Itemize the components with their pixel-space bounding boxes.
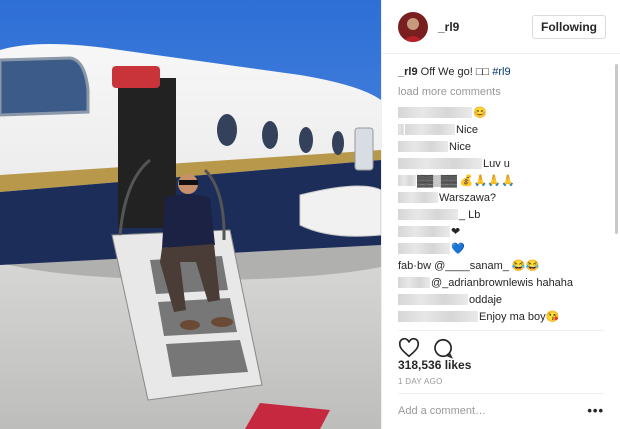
comment-row: ❤ (398, 223, 604, 240)
comment-row: 💙 (398, 240, 604, 257)
comment-row: _ Lb (398, 206, 604, 223)
blurred-text (398, 226, 450, 237)
comment-row: Enjoy ma boy😘 (398, 308, 604, 325)
blurred-text (398, 124, 404, 135)
add-comment-bar: ••• (398, 393, 604, 427)
blurred-text (398, 277, 430, 288)
blurred-text (398, 158, 482, 169)
comment-row: @_adrianbrownlewis hahaha (398, 274, 604, 291)
avatar[interactable] (398, 11, 428, 42)
action-bar (398, 330, 604, 359)
caption-username[interactable]: _rl9 (398, 66, 418, 78)
comments-list[interactable]: _rl9 Off We go! □□ #rl9 load more commen… (382, 56, 620, 328)
comment-text: @_adrianbrownlewis hahaha (431, 276, 574, 289)
post-timestamp[interactable]: 1 DAY AGO (398, 377, 443, 386)
heart-icon[interactable] (398, 337, 420, 359)
post-header: _rl9 Following (382, 0, 620, 54)
comment-text: fab·bw @____sanam_ 😂😂 (398, 260, 540, 272)
comment-text: Luv u (483, 157, 510, 170)
username[interactable]: _rl9 (438, 20, 532, 34)
comment-rows: 😊 Nice Nice Luv u ▓▓▒▓▓ 💰🙏🙏🙏 Warszawa? _ Lb ❤ 💙 f… (398, 104, 604, 328)
blurred-text (398, 209, 458, 220)
comment-row: ▓▓▒▓▓ 💰🙏🙏🙏 (398, 172, 604, 189)
comment-row: 😊 (398, 104, 604, 121)
caption-text: Off We go! □□ (420, 66, 490, 78)
post-photo[interactable] (0, 0, 381, 429)
comment-text: Enjoy ma boy😘 (479, 311, 560, 323)
add-comment-input[interactable] (398, 404, 588, 417)
blurred-text (398, 311, 478, 322)
blurred-text (398, 107, 472, 118)
caption: _rl9 Off We go! □□ #rl9 (398, 64, 604, 80)
comment-text: _ Lb (459, 208, 481, 221)
comment-text: oddaje (469, 293, 503, 306)
comment-row (398, 325, 604, 328)
blurred-text (398, 192, 438, 203)
comment-text: Nice (456, 123, 479, 136)
comment-row: Warszawa? (398, 189, 604, 206)
more-options-icon[interactable]: ••• (587, 403, 604, 418)
comments-scrollbar[interactable] (615, 64, 618, 234)
comment-text: Warszawa? (439, 191, 497, 204)
post-sidebar: _rl9 Following _rl9 Off We go! □□ #rl9 l… (381, 0, 620, 429)
blurred-text (398, 141, 448, 152)
post-container: _rl9 Following _rl9 Off We go! □□ #rl9 l… (0, 0, 620, 429)
comment-row: Nice (398, 121, 604, 138)
load-more-comments-link[interactable]: load more comments (398, 86, 604, 98)
avatar-image (398, 11, 428, 42)
comment-text: Nice (449, 140, 472, 153)
comment-row: Luv u (398, 155, 604, 172)
comment-text: 💙 (451, 243, 465, 255)
comment-row: oddaje (398, 291, 604, 308)
speech-bubble-icon[interactable] (432, 337, 454, 359)
comment-row: Nice (398, 138, 604, 155)
following-button[interactable]: Following (532, 14, 606, 39)
comment-row: fab·bw @____sanam_ 😂😂 (398, 257, 604, 274)
blurred-text (398, 294, 468, 305)
blurred-text (405, 124, 455, 135)
likes-count[interactable]: 318,536 likes (398, 358, 471, 372)
blurred-text (398, 175, 416, 186)
comment-text: ▓▓▒▓▓ 💰🙏🙏🙏 (417, 175, 515, 187)
caption-hashtag[interactable]: #rl9 (492, 66, 510, 78)
blurred-text (398, 243, 450, 254)
photo-private-jet-stairs (0, 0, 381, 429)
comment-text: 😊 (473, 107, 487, 119)
comment-text: ❤ (451, 226, 461, 238)
